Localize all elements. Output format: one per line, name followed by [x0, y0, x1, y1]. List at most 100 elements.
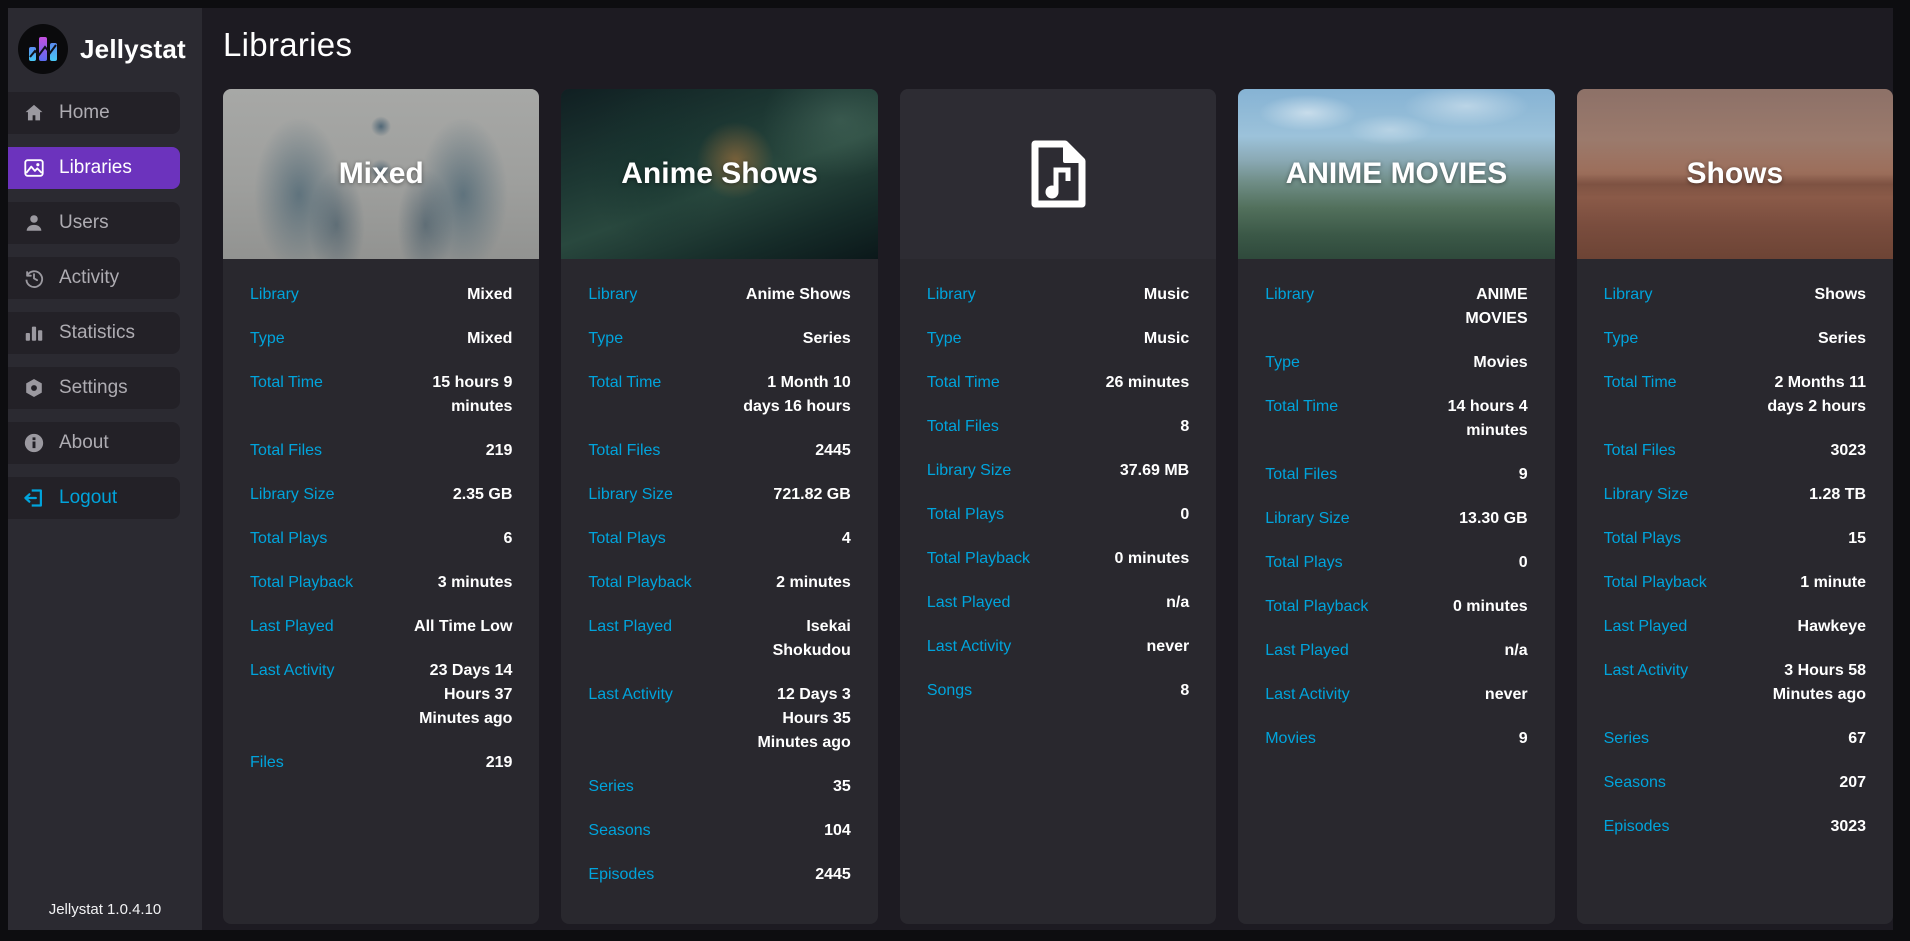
- library-card-stats: Library Shows Type Series Total Time 2 M…: [1577, 273, 1893, 849]
- stat-label: Library: [1265, 283, 1314, 307]
- stat-label: Type: [1604, 327, 1639, 351]
- stat-label: Library: [250, 283, 299, 307]
- stat-row: Library Size 2.35 GB: [250, 473, 512, 517]
- stat-label: Last Activity: [588, 683, 672, 707]
- stat-row: Type Series: [588, 317, 850, 361]
- stat-value: Isekai Shokudou: [737, 615, 851, 663]
- library-card-banner[interactable]: Shows: [1577, 89, 1893, 259]
- library-card-banner[interactable]: ANIME MOVIES: [1238, 89, 1554, 259]
- library-card-stats: Library ANIME MOVIES Type Movies Total T…: [1238, 273, 1554, 761]
- stat-value: 15: [1848, 527, 1866, 551]
- stat-row: Episodes 3023: [1604, 805, 1866, 849]
- jellystat-logo-icon: [18, 24, 68, 74]
- sidebar-item-about[interactable]: About: [8, 422, 180, 464]
- stat-label: Episodes: [588, 863, 654, 887]
- library-card-title: ANIME MOVIES: [1276, 157, 1518, 191]
- stat-row: Last Played Isekai Shokudou: [588, 605, 850, 673]
- stat-label: Last Played: [250, 615, 334, 639]
- sidebar-item-activity[interactable]: Activity: [8, 257, 180, 299]
- stat-row: Total Files 3023: [1604, 429, 1866, 473]
- stat-value: Music: [1144, 283, 1189, 307]
- sidebar-item-statistics[interactable]: Statistics: [8, 312, 180, 354]
- statistics-icon: [22, 321, 46, 345]
- stat-label: Last Played: [1265, 639, 1349, 663]
- sidebar-item-home[interactable]: Home: [8, 92, 180, 134]
- stat-value: Anime Shows: [746, 283, 851, 307]
- stat-row: Last Activity never: [927, 625, 1189, 669]
- stat-label: Total Files: [250, 439, 322, 463]
- sidebar-item-logout[interactable]: Logout: [8, 477, 180, 519]
- library-card-banner[interactable]: [900, 89, 1216, 259]
- stat-label: Seasons: [1604, 771, 1666, 795]
- stat-value: never: [1485, 683, 1528, 707]
- stat-label: Type: [927, 327, 962, 351]
- sidebar-item-settings[interactable]: Settings: [8, 367, 180, 409]
- stat-row: Total Plays 0: [1265, 541, 1527, 585]
- stat-label: Last Activity: [1265, 683, 1349, 707]
- stat-value: 219: [486, 751, 513, 775]
- stat-value: 2.35 GB: [453, 483, 513, 507]
- settings-icon: [22, 376, 46, 400]
- about-icon: [22, 431, 46, 455]
- home-icon: [22, 101, 46, 125]
- stat-row: Library Music: [927, 273, 1189, 317]
- stat-value: 3023: [1830, 439, 1866, 463]
- sidebar-menu: Home Libraries Users Activity Statistics…: [8, 92, 202, 532]
- stat-label: Library Size: [1265, 507, 1349, 531]
- stat-label: Last Played: [1604, 615, 1688, 639]
- stat-value: Series: [803, 327, 851, 351]
- library-card-banner[interactable]: Mixed: [223, 89, 539, 259]
- stat-label: Series: [1604, 727, 1649, 751]
- stat-value: 2 Months 11 days 2 hours: [1752, 371, 1866, 419]
- library-card[interactable]: Anime Shows Library Anime Shows Type Ser…: [561, 89, 877, 924]
- stat-label: Movies: [1265, 727, 1316, 751]
- stat-label: Library Size: [927, 459, 1011, 483]
- library-card[interactable]: ANIME MOVIES Library ANIME MOVIES Type M…: [1238, 89, 1554, 924]
- stat-label: Library Size: [250, 483, 334, 507]
- stat-value: 67: [1848, 727, 1866, 751]
- sidebar-item-users[interactable]: Users: [8, 202, 180, 244]
- stat-value: ANIME MOVIES: [1414, 283, 1528, 331]
- stat-value: 1 Month 10 days 16 hours: [737, 371, 851, 419]
- activity-icon: [22, 266, 46, 290]
- stat-value: 0: [1180, 503, 1189, 527]
- library-card-banner[interactable]: Anime Shows: [561, 89, 877, 259]
- music-file-icon: [1025, 137, 1091, 211]
- stat-row: Type Music: [927, 317, 1189, 361]
- stat-label: Total Playback: [1604, 571, 1707, 595]
- stat-value: 8: [1180, 415, 1189, 439]
- app-window: Jellystat Home Libraries Users Activity …: [8, 8, 1893, 930]
- library-card[interactable]: Library Music Type Music Total Time 26 m…: [900, 89, 1216, 924]
- stat-value: 23 Days 14 Hours 37 Minutes ago: [398, 659, 512, 731]
- stat-label: Total Time: [250, 371, 323, 395]
- stat-label: Last Activity: [250, 659, 334, 683]
- sidebar-item-libraries[interactable]: Libraries: [8, 147, 180, 189]
- stat-row: Total Files 8: [927, 405, 1189, 449]
- stat-label: Seasons: [588, 819, 650, 843]
- stat-value: 3023: [1830, 815, 1866, 839]
- stat-row: Songs 8: [927, 669, 1189, 713]
- stat-label: Type: [1265, 351, 1300, 375]
- stat-value: Music: [1144, 327, 1189, 351]
- library-card-stats: Library Mixed Type Mixed Total Time 15 h…: [223, 273, 539, 785]
- stat-label: Total Files: [1265, 463, 1337, 487]
- stat-value: never: [1147, 635, 1190, 659]
- stat-row: Total Plays 0: [927, 493, 1189, 537]
- stat-row: Total Time 2 Months 11 days 2 hours: [1604, 361, 1866, 429]
- stat-value: 2445: [815, 439, 851, 463]
- stat-row: Total Time 1 Month 10 days 16 hours: [588, 361, 850, 429]
- stat-label: Songs: [927, 679, 972, 703]
- stat-row: Total Files 219: [250, 429, 512, 473]
- stat-row: Library ANIME MOVIES: [1265, 273, 1527, 341]
- library-card[interactable]: Shows Library Shows Type Series Total Ti…: [1577, 89, 1893, 924]
- logout-icon: [22, 486, 46, 510]
- stat-label: Total Time: [1265, 395, 1338, 419]
- stat-value: 35: [833, 775, 851, 799]
- library-card[interactable]: Mixed Library Mixed Type Mixed Total Tim…: [223, 89, 539, 924]
- stat-label: Total Playback: [927, 547, 1030, 571]
- stat-value: 2445: [815, 863, 851, 887]
- stat-value: 3 minutes: [438, 571, 513, 595]
- stat-value: 219: [486, 439, 513, 463]
- sidebar: Jellystat Home Libraries Users Activity …: [8, 8, 202, 930]
- stat-row: Last Activity 3 Hours 58 Minutes ago: [1604, 649, 1866, 717]
